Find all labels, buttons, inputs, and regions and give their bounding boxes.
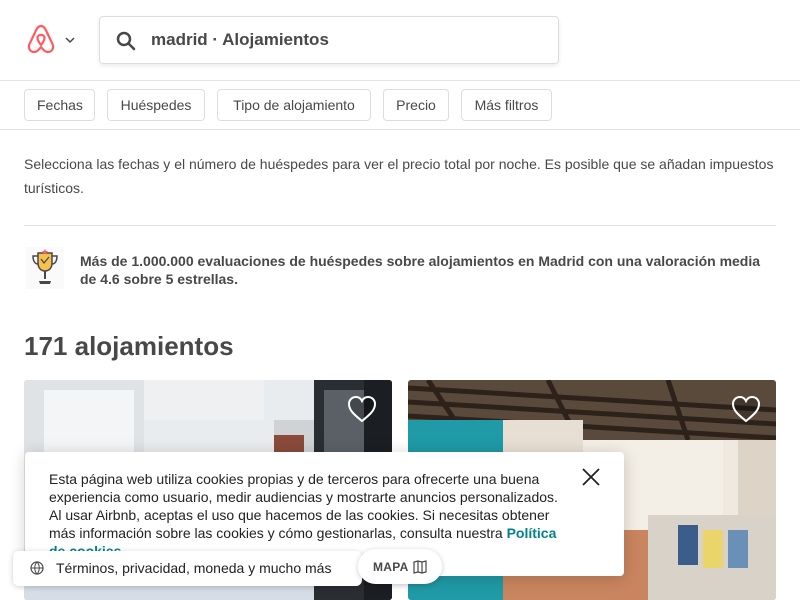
filter-dates-button[interactable]: Fechas [24,89,95,121]
filter-more-button[interactable]: Más filtros [461,89,552,121]
search-query-text: madrid · Alojamientos [151,30,329,49]
map-icon [413,560,427,574]
chevron-down-icon[interactable] [64,34,76,46]
filter-property-type-button[interactable]: Tipo de alojamiento [217,89,371,121]
map-button-label: MAPA [373,560,409,574]
heart-icon[interactable] [347,395,377,423]
filter-price-button[interactable]: Precio [383,89,449,121]
cookie-text: Esta página web utiliza cookies propias … [49,470,569,560]
listings-count-title: 171 alojamientos [24,331,234,361]
heart-icon[interactable] [731,395,761,423]
airbnb-logo-icon[interactable] [25,24,57,56]
filter-guests-button[interactable]: Huéspedes [107,89,205,121]
globe-icon [30,561,44,575]
close-icon[interactable] [581,467,601,487]
header: madrid · Alojamientos [0,0,800,81]
divider [24,225,776,226]
trophy-icon [26,247,64,289]
search-input[interactable]: madrid · Alojamientos [99,16,559,64]
cookie-message: Esta página web utiliza cookies propias … [49,471,558,541]
search-icon [116,31,136,51]
price-info-text: Selecciona las fechas y el número de hué… [24,156,774,196]
map-button[interactable]: MAPA [358,549,442,584]
footer-terms-button[interactable]: Términos, privacidad, moneda y mucho más [13,551,362,586]
footer-terms-text: Términos, privacidad, moneda y mucho más [56,560,332,576]
filter-bar: Fechas Huéspedes Tipo de alojamiento Pre… [0,81,800,130]
reviews-summary-text: Más de 1.000.000 evaluaciones de huésped… [80,253,761,287]
